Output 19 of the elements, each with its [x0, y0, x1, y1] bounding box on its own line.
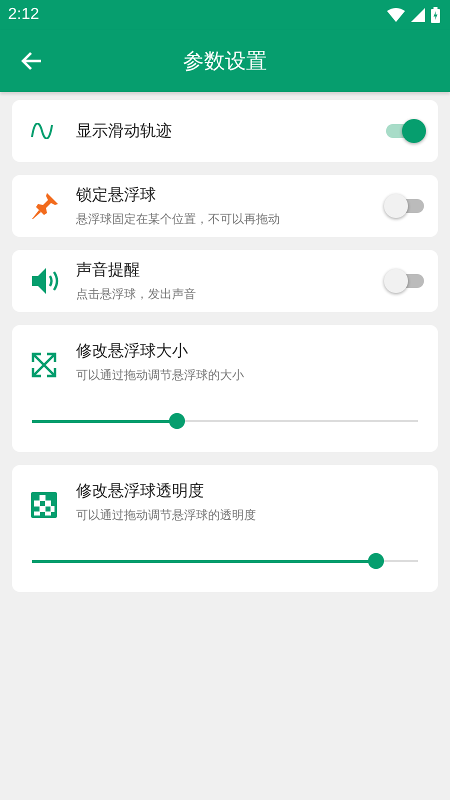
battery-icon — [431, 7, 440, 23]
setting-description: 可以通过拖动调节悬浮球的大小 — [76, 367, 245, 384]
expand-icon — [30, 351, 58, 379]
setting-description: 悬浮球固定在某个位置，不可以再拖动 — [76, 210, 281, 228]
back-arrow-icon — [20, 51, 42, 71]
setting-title: 声音提醒 — [76, 260, 141, 280]
signal-icon — [411, 8, 425, 22]
checker-icon — [30, 491, 58, 519]
setting-description: 可以通过拖动调节悬浮球的透明度 — [76, 507, 257, 524]
wave-icon — [30, 123, 54, 139]
screen-title: 参数设置 — [183, 48, 267, 75]
wifi-icon — [387, 8, 405, 22]
setting-title: 锁定悬浮球 — [76, 184, 157, 206]
setting-title: 修改悬浮球大小 — [76, 341, 189, 362]
setting-title: 显示滑动轨迹 — [76, 120, 173, 142]
setting-title: 修改悬浮球透明度 — [76, 481, 205, 502]
status-time: 2:12 — [8, 6, 40, 24]
setting-description: 点击悬浮球，发出声音 — [76, 286, 197, 302]
pushpin-icon — [30, 191, 60, 221]
